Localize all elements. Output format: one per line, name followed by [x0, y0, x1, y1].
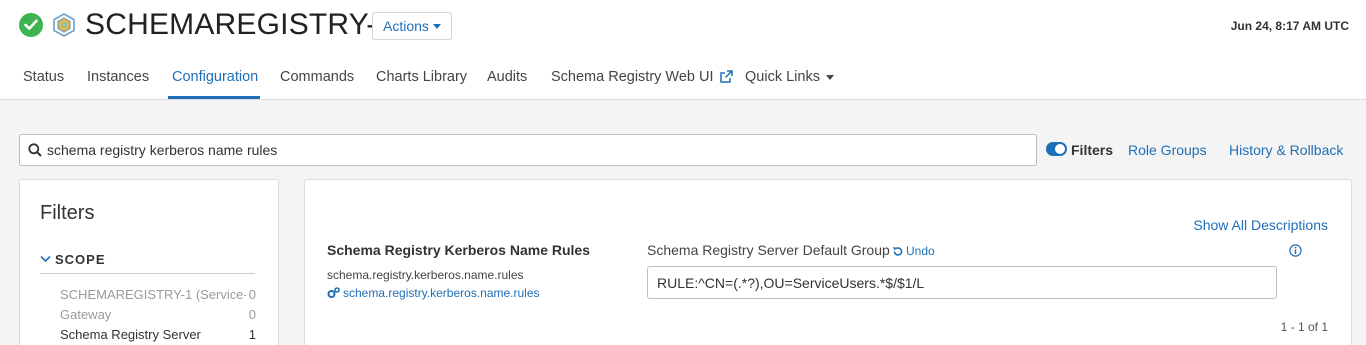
scope-label: SCOPE — [55, 252, 106, 267]
gears-icon — [327, 287, 340, 298]
tab-schema-registry-web-ui[interactable]: Schema Registry Web UI — [551, 69, 733, 85]
tab-commands[interactable]: Commands — [280, 69, 354, 85]
search-input[interactable] — [47, 142, 1007, 158]
tab-status[interactable]: Status — [23, 69, 64, 85]
actions-label: Actions — [383, 18, 429, 34]
scope-section-header[interactable]: SCOPE — [40, 252, 255, 274]
schema-registry-hexagon-icon — [52, 13, 76, 37]
scope-item-gateway[interactable]: Gateway 0 — [60, 307, 256, 322]
scope-item-schema-registry-server[interactable]: Schema Registry Server 1 — [60, 327, 256, 342]
scope-item-name: SCHEMAREGISTRY-1 (Service-... — [60, 287, 246, 302]
tab-quick-links[interactable]: Quick Links — [745, 69, 834, 85]
tab-label: Schema Registry Web UI — [551, 69, 714, 85]
service-title: SCHEMAREGISTRY-1 — [85, 8, 394, 41]
show-all-descriptions-link[interactable]: Show All Descriptions — [1193, 217, 1328, 233]
caret-down-icon — [432, 23, 441, 29]
property-value-input[interactable] — [647, 266, 1277, 299]
filters-toggle-label: Filters — [1071, 142, 1114, 158]
filters-panel-title: Filters — [40, 202, 95, 224]
tab-label: Commands — [280, 69, 355, 85]
info-icon[interactable] — [1289, 244, 1302, 257]
tab-instances[interactable]: Instances — [87, 69, 149, 85]
undo-button[interactable]: Undo — [892, 244, 935, 258]
tab-charts-library[interactable]: Charts Library — [376, 69, 467, 85]
toggle-knob — [1055, 144, 1065, 154]
filters-panel: Filters SCOPE SCHEMAREGISTRY-1 (Service-… — [19, 179, 279, 345]
undo-icon — [893, 246, 903, 256]
scope-item-count: 0 — [248, 307, 256, 322]
role-groups-link[interactable]: Role Groups — [1128, 142, 1207, 158]
actions-dropdown-button[interactable]: Actions — [372, 12, 452, 40]
property-display-name: Schema Registry Kerberos Name Rules — [327, 242, 590, 258]
active-tab-indicator — [168, 96, 260, 99]
tab-bar: Status Instances Configuration Commands … — [0, 58, 1366, 100]
config-results-panel: Show All Descriptions Schema Registry Ke… — [304, 179, 1352, 345]
tab-label: Charts Library — [376, 69, 468, 85]
scope-item-name: Schema Registry Server — [60, 327, 201, 342]
tab-label: Audits — [487, 69, 528, 85]
config-search-box[interactable] — [19, 134, 1037, 166]
tab-configuration[interactable]: Configuration — [172, 69, 258, 85]
tab-audits[interactable]: Audits — [487, 69, 527, 85]
caret-down-icon — [825, 74, 834, 80]
timestamp: Jun 24, 8:17 AM UTC — [1230, 19, 1349, 33]
tab-label: Quick Links — [745, 69, 820, 85]
scope-item-service[interactable]: SCHEMAREGISTRY-1 (Service-... 0 — [60, 287, 256, 302]
scope-item-name: Gateway — [60, 307, 112, 322]
search-icon — [28, 143, 42, 157]
tab-label: Instances — [87, 69, 150, 85]
check-circle-icon — [19, 13, 43, 37]
scope-item-count: 1 — [248, 327, 256, 342]
external-link-icon — [719, 70, 733, 83]
property-key: schema.registry.kerberos.name.rules — [327, 268, 524, 282]
group-label: Schema Registry Server Default Group — [647, 242, 890, 258]
filters-toggle[interactable] — [1046, 142, 1067, 156]
pagination-status: 1 - 1 of 1 — [1280, 320, 1328, 334]
service-header: SCHEMAREGISTRY-1 Actions Jun 24, 8:17 AM… — [0, 0, 1366, 100]
chevron-down-icon — [40, 255, 51, 263]
scope-item-count: 0 — [248, 287, 256, 302]
history-rollback-link[interactable]: History & Rollback — [1229, 142, 1343, 158]
undo-label: Undo — [906, 244, 935, 258]
tab-label: Status — [23, 69, 65, 85]
property-link[interactable]: schema.registry.kerberos.name.rules — [327, 286, 540, 300]
property-link-label: schema.registry.kerberos.name.rules — [343, 286, 540, 300]
tab-label: Configuration — [172, 69, 259, 85]
